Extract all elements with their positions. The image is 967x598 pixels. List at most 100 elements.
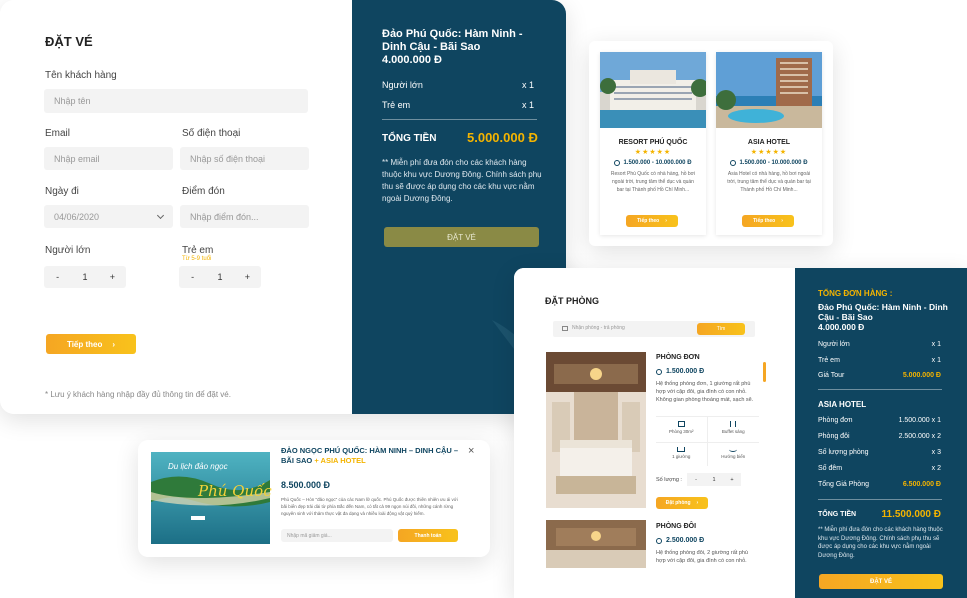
email-input[interactable]: Nhập email [44, 147, 173, 170]
book-ticket-button[interactable]: ĐẶT VÉ [384, 227, 539, 247]
order-tour-total: 5.000.000 Đ [902, 372, 941, 379]
name-input[interactable]: Nhập tên [44, 89, 308, 113]
room1-amenities: Phòng 30m² Buffet sáng 1 giường Hướng bi… [656, 416, 759, 466]
child-note: Từ 5-9 tuổi [182, 256, 212, 262]
next-button[interactable]: Tiếp theo › [46, 334, 136, 354]
pickup-label: Điểm đón [182, 186, 225, 197]
room-search-button[interactable]: Tìm [697, 323, 745, 335]
room1-desc: Hệ thống phòng đơn, 1 giường rất phù hợp… [656, 381, 754, 403]
order-child-label: Trẻ em [818, 357, 840, 364]
summary-adult-row: Người lớn x 1 [382, 80, 534, 90]
rooms-card: ĐẶT PHÒNG Nhận phòng - trả phòng Tìm PHÒ… [514, 268, 967, 598]
plus-button[interactable]: + [723, 473, 741, 486]
hotel-card-asia[interactable]: ASIA HOTEL ★★★★★ 1.500.000 - 10.000.000 … [716, 52, 822, 235]
promo-title-suffix: + ASIA HOTEL [314, 456, 366, 465]
calendar-icon [562, 326, 568, 331]
pay-button[interactable]: Thanh toán [398, 529, 458, 542]
pickup-input[interactable]: Nhập điểm đón... [180, 205, 309, 228]
hotel-card-resort[interactable]: RESORT PHÚ QUỐC ★★★★★ 1.500.000 - 10.000… [600, 52, 706, 235]
chevron-right-icon: › [665, 218, 667, 224]
price-tag-icon [656, 368, 662, 375]
chevron-down-icon [156, 211, 165, 219]
hotel-name: RESORT PHÚ QUỐC [618, 139, 688, 146]
wave-icon [729, 447, 738, 452]
promo-title-text: ĐẢO NGỌC PHÚ QUỐC: HÀM NINH – DINH CẬU –… [281, 446, 459, 465]
email-label: Email [45, 128, 71, 139]
book-room-label: Đặt phòng [665, 500, 691, 506]
child-label: Trẻ em [182, 245, 214, 256]
resort-photo [600, 52, 706, 128]
hotel-next-button[interactable]: Tiếp theo › [742, 215, 794, 227]
order-line: Phòng đôi 2.500.000 x 2 [818, 433, 941, 440]
room1-qty-stepper[interactable]: - 1 + [687, 473, 741, 486]
promo-image-script: Du lịch đảo ngọc [168, 462, 228, 471]
order-line-label: Số đêm [818, 465, 843, 472]
summary-adult-label: Người lớn [382, 80, 423, 90]
order-line-label: Số lượng phòng [818, 449, 869, 456]
room1-price-value: 1.500.000 Đ [666, 368, 705, 375]
phone-input[interactable]: Nhập số điện thoại [180, 147, 309, 170]
room1-name: PHÒNG ĐƠN [656, 354, 700, 361]
plus-button[interactable]: + [234, 266, 261, 288]
order-divider [818, 499, 942, 500]
order-grand-total-row: TỔNG TIỀN 11.500.000 Đ [818, 509, 941, 520]
order-adult-qty: x 1 [931, 341, 941, 348]
minus-button[interactable]: - [44, 266, 71, 288]
order-line: Số lượng phòng x 3 [818, 449, 941, 456]
price-tag-icon [656, 537, 662, 544]
order-line: Số đêm x 2 [818, 465, 941, 472]
plus-button[interactable]: + [99, 266, 126, 288]
hotel-desc: Asia Hotel có nhà hàng, hồ bơi ngoài trờ… [727, 171, 811, 193]
order-line-value: 2.500.000 x 2 [898, 433, 941, 440]
order-room-total-label: Tổng Giá Phòng [818, 481, 869, 488]
promo-title: ĐẢO NGỌC PHÚ QUỐC: HÀM NINH – DINH CẬU –… [281, 446, 471, 466]
room-search-bar: Nhận phòng - trả phòng Tìm [553, 321, 755, 337]
room1-qty: 1 [712, 476, 716, 483]
summary-child-qty: x 1 [521, 100, 534, 110]
minus-button[interactable]: - [179, 266, 206, 288]
adult-stepper[interactable]: - 1 + [44, 266, 126, 288]
booking-footnote: * Lưu ý khách hàng nhập đầy đủ thông tin… [45, 390, 231, 399]
room1-qty-label: Số lượng : [656, 477, 682, 483]
amenity-label: Hướng biển [721, 453, 746, 459]
date-select[interactable]: 04/06/2020 [44, 205, 173, 228]
summary-adult-qty: x 1 [521, 80, 534, 90]
order-line: Phòng đơn 1.500.000 x 1 [818, 417, 941, 424]
book-room-button[interactable]: Đặt phòng › [656, 497, 708, 509]
hotel-next-label: Tiếp theo [753, 218, 776, 224]
hotel-price: 1.500.000 - 10.000.000 Đ [716, 160, 822, 166]
cutlery-icon [730, 421, 737, 427]
summary-divider [382, 119, 537, 120]
hotel-next-button[interactable]: Tiếp theo › [626, 215, 678, 227]
single-room-photo [546, 352, 646, 508]
order-line-value: x 3 [931, 449, 941, 456]
room-date-input[interactable]: Nhận phòng - trả phòng [572, 325, 625, 331]
room-list-scrollbar[interactable] [763, 362, 766, 382]
booking-title: ĐẶT VÉ [45, 34, 93, 49]
order-line-label: Phòng đôi [818, 433, 850, 440]
order-book-button[interactable]: ĐẶT VÉ [819, 574, 943, 589]
amenity-bed: 1 giường [656, 442, 708, 466]
child-stepper[interactable]: - 1 + [179, 266, 261, 288]
coupon-input[interactable]: Nhập mã giảm giá... [281, 529, 393, 542]
adult-count: 1 [82, 272, 88, 282]
bed-icon [677, 446, 686, 452]
hotel-next-label: Tiếp theo [637, 218, 660, 224]
order-room-total-row: Tổng Giá Phòng 6.500.000 Đ [818, 481, 941, 488]
summary-tour-name: Đảo Phú Quốc: Hàm Ninh - Dinh Cậu - Bãi … [382, 28, 523, 53]
phone-label: Số điện thoại [182, 128, 241, 139]
promo-desc: Phú Quốc – Hòn "đảo ngọc" của các Nam lữ… [281, 497, 458, 516]
order-hotel-name: ASIA HOTEL [818, 400, 867, 409]
amenity-room-size: Phòng 30m² [656, 417, 708, 443]
minus-button[interactable]: - [687, 473, 705, 486]
hotels-card: RESORT PHÚ QUỐC ★★★★★ 1.500.000 - 10.000… [589, 41, 833, 246]
child-count: 1 [217, 272, 223, 282]
order-child-row: Trẻ em x 1 [818, 357, 941, 364]
hotel-stars: ★★★★★ [634, 149, 672, 156]
summary-tour-price: 4.000.000 Đ [382, 54, 442, 66]
amenity-label: 1 giường [672, 453, 691, 459]
order-line-value: x 2 [931, 465, 941, 472]
next-button-label: Tiếp theo [66, 339, 103, 349]
name-label: Tên khách hàng [45, 70, 117, 81]
order-line-value: 1.500.000 x 1 [898, 417, 941, 424]
